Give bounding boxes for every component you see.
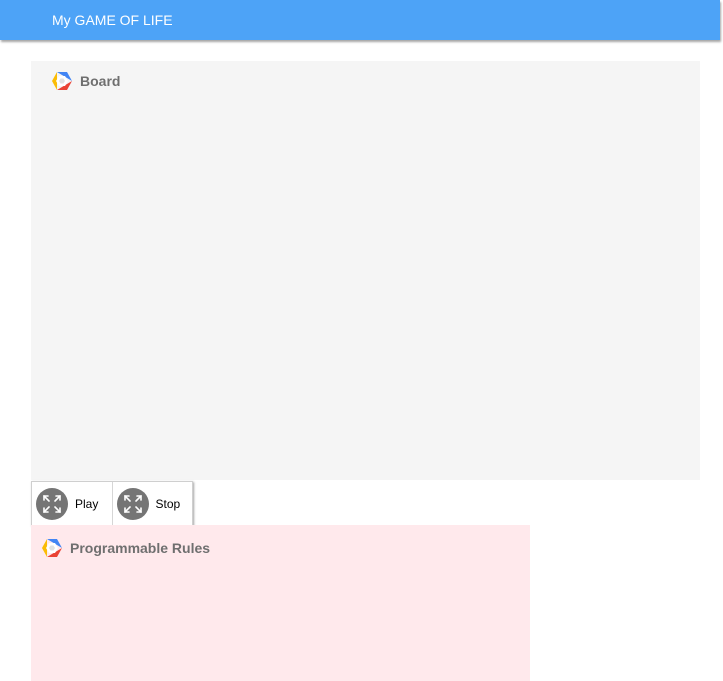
board-panel[interactable]: Board [31,61,700,480]
play-button[interactable]: Play [32,482,112,525]
rules-panel[interactable]: Programmable Rules [31,525,530,681]
board-panel-header: Board [51,70,120,92]
app-title: My GAME OF LIFE [52,12,173,28]
board-title: Board [80,73,121,89]
rules-title: Programmable Rules [70,540,211,556]
expand-arrows-icon [36,487,68,520]
stop-button[interactable]: Stop [111,482,193,525]
play-label: Play [75,496,99,511]
google-cloud-hexagon-icon [52,72,72,90]
google-cloud-hexagon-icon [42,539,62,557]
app-root: My GAME OF LIFE Board Play Stop Programm… [0,0,723,681]
playback-controls: Play Stop [31,481,193,526]
stop-label: Stop [155,496,181,511]
rules-panel-header: Programmable Rules [41,537,210,559]
expand-arrows-icon [116,487,149,520]
top-bar: My GAME OF LIFE [0,0,720,40]
